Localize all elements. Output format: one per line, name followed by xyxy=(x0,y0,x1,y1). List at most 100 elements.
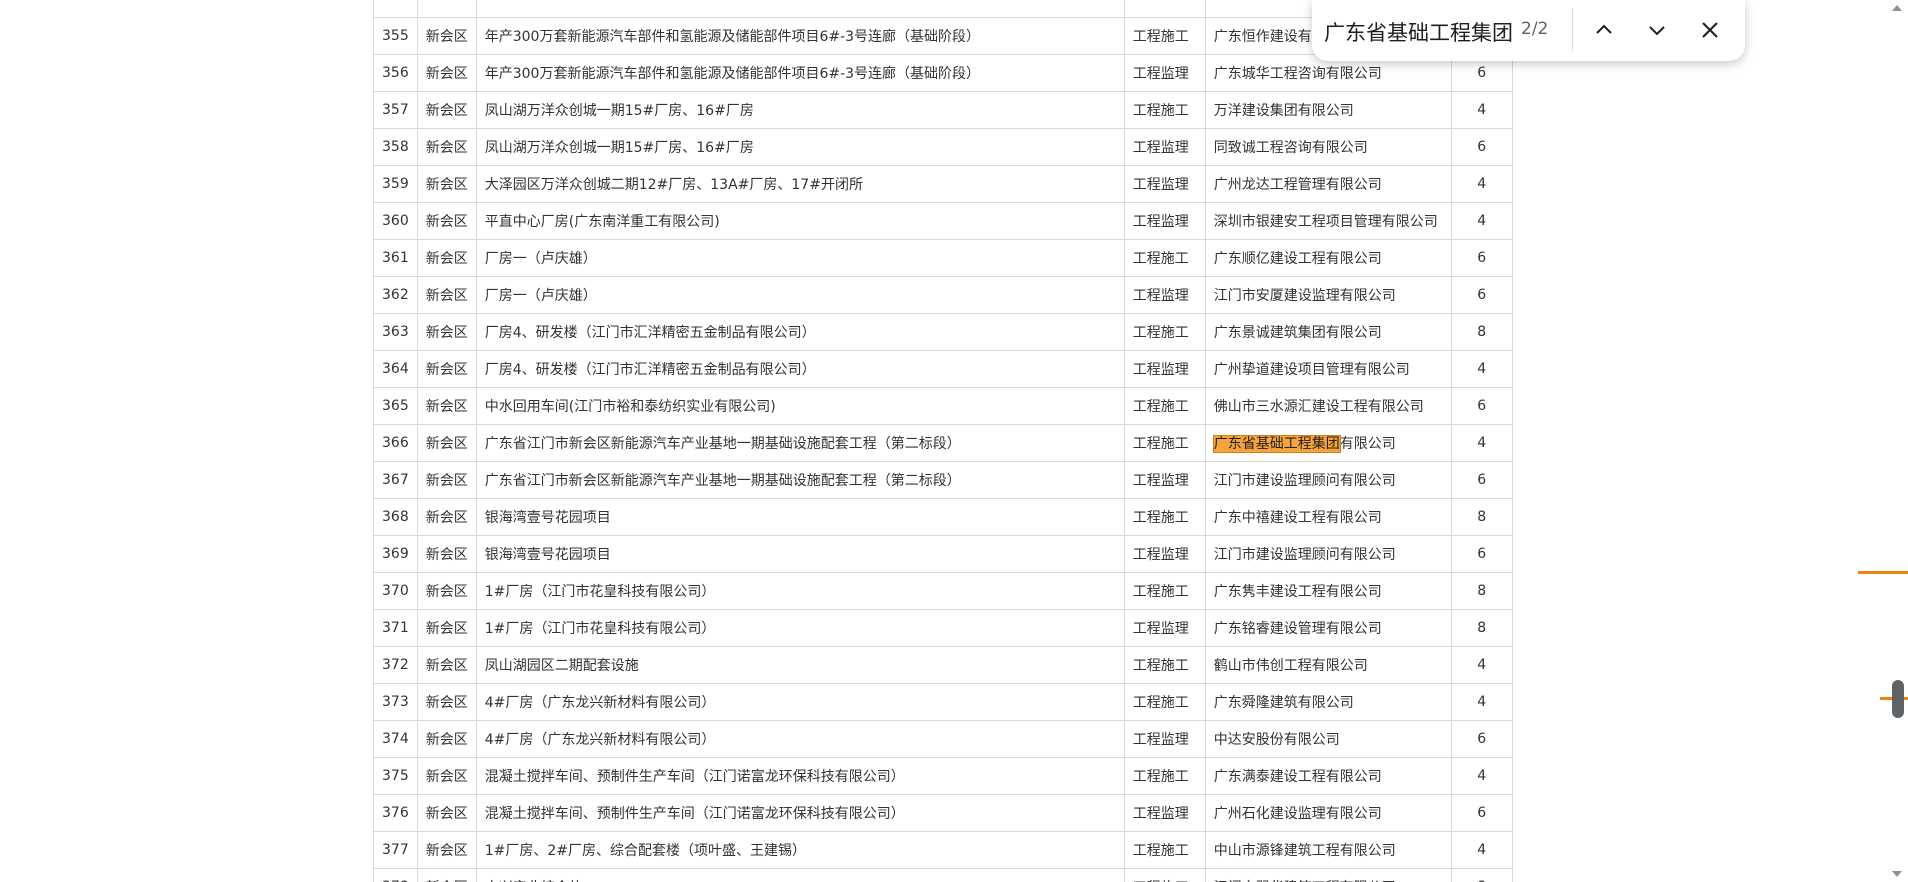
row-type-cell: 工程监理 xyxy=(1123,350,1206,388)
row-index-cell: 372 xyxy=(373,646,418,684)
chevron-up-icon xyxy=(1596,24,1612,34)
row-type-cell: 工程施工 xyxy=(1123,498,1206,536)
find-highlight: 广东省基础工程集团 xyxy=(1212,435,1341,453)
find-match-count: 2/2 xyxy=(1521,19,1549,39)
row-company-cell: 广东铭睿建设管理有限公司 xyxy=(1204,609,1452,647)
row-area-cell: 新会区 xyxy=(416,54,477,92)
table-row: 378新会区大兴产业综合体工程施工江门市翌华建筑工程有限公司8 xyxy=(373,868,1513,882)
row-company-cell: 江门市翌华建筑工程有限公司 xyxy=(1204,868,1452,882)
row-score-cell: 8 xyxy=(1450,313,1513,351)
table-cell xyxy=(373,0,418,18)
row-score-cell: 4 xyxy=(1450,202,1513,240)
row-type-cell: 工程施工 xyxy=(1123,646,1206,684)
row-company-cell: 广东省基础工程集团有限公司 xyxy=(1204,424,1452,462)
table-body: 公司 355新会区年产300万套新能源汽车部件和氢能源及储能部件项目6#-3号连… xyxy=(373,0,1513,882)
scrollbar-thumb[interactable] xyxy=(1892,680,1904,718)
row-score-cell: 4 xyxy=(1450,683,1513,721)
row-company-cell: 广东顺亿建设工程有限公司 xyxy=(1204,239,1452,277)
row-type-cell: 工程施工 xyxy=(1123,424,1206,462)
row-area-cell: 新会区 xyxy=(416,91,477,129)
find-previous-button[interactable] xyxy=(1584,10,1624,50)
row-company-cell: 同致诚工程咨询有限公司 xyxy=(1204,128,1452,166)
row-score-cell: 6 xyxy=(1450,461,1513,499)
row-area-cell: 新会区 xyxy=(416,350,477,388)
results-table: 公司 355新会区年产300万套新能源汽车部件和氢能源及储能部件项目6#-3号连… xyxy=(373,0,1513,882)
row-project-cell: 4#厂房（广东龙兴新材料有限公司） xyxy=(475,683,1125,721)
table-cell xyxy=(475,0,1125,18)
row-company-cell: 广东中禧建设工程有限公司 xyxy=(1204,498,1452,536)
row-index-cell: 359 xyxy=(373,165,418,203)
row-index-cell: 363 xyxy=(373,313,418,351)
table-row: 371 新会区 1#厂房（江门市花皇科技有限公司） 工程监理 广东铭睿建设管理有限公司 8 xyxy=(373,609,1513,647)
row-area-cell: 新会区 xyxy=(416,609,477,647)
row-area-cell: 新会区 xyxy=(416,683,477,721)
row-type-cell: 工程施工 xyxy=(1123,683,1206,721)
chevron-down-icon xyxy=(1649,26,1665,36)
row-index-cell: 355 xyxy=(373,17,418,55)
row-index-cell: 362 xyxy=(373,276,418,314)
scroll-down-arrow-icon[interactable] xyxy=(1892,871,1902,877)
row-area-cell: 新会区 xyxy=(416,794,477,832)
row-project-cell: 银海湾壹号花园项目 xyxy=(475,498,1125,536)
row-index-cell: 358 xyxy=(373,128,418,166)
row-score-cell: 4 xyxy=(1450,350,1513,388)
row-score-cell: 4 xyxy=(1450,91,1513,129)
row-index-cell: 376 xyxy=(373,794,418,832)
row-project-cell: 大兴产业综合体 xyxy=(475,868,1125,882)
row-score-cell: 8 xyxy=(1450,572,1513,610)
row-score-cell: 6 xyxy=(1450,720,1513,758)
row-score-cell: 8 xyxy=(1450,609,1513,647)
row-project-cell: 1#厂房、2#厂房、综合配套楼（项叶盛、王建锡） xyxy=(475,831,1125,869)
row-project-cell: 广东省江门市新会区新能源汽车产业基地一期基础设施配套工程（第二标段） xyxy=(475,461,1125,499)
row-company-cell: 江门市建设监理顾问有限公司 xyxy=(1204,535,1452,573)
row-index-cell: 368 xyxy=(373,498,418,536)
row-type-cell: 工程施工 xyxy=(1123,757,1206,795)
table-row: 369 新会区 银海湾壹号花园项目 工程监理 江门市建设监理顾问有限公司 6 xyxy=(373,535,1513,573)
row-type-cell: 工程施工 xyxy=(1123,831,1206,869)
row-project-cell: 厂房一（卢庆雄） xyxy=(475,239,1125,277)
row-area-cell: 新会区 xyxy=(416,535,477,573)
row-type-cell: 工程施工 xyxy=(1123,387,1206,425)
row-type-cell: 工程监理 xyxy=(1123,276,1206,314)
row-type-cell: 工程施工 xyxy=(1123,868,1206,882)
row-company-cell: 广州石化建设监理有限公司 xyxy=(1204,794,1452,832)
find-query-input[interactable]: 广东省基础工程集团 xyxy=(1324,17,1513,47)
table-row: 367 新会区 广东省江门市新会区新能源汽车产业基地一期基础设施配套工程（第二标段）… xyxy=(373,461,1513,499)
row-project-cell: 大泽园区万洋众创城二期12#厂房、13A#厂房、17#开闭所 xyxy=(475,165,1125,203)
row-type-cell: 工程施工 xyxy=(1123,17,1206,55)
row-company-cell: 广东隽丰建设工程有限公司 xyxy=(1204,572,1452,610)
row-area-cell: 新会区 xyxy=(416,424,477,462)
row-company-cell: 鹤山市伟创工程有限公司 xyxy=(1204,646,1452,684)
row-project-cell: 中水回用车间(江门市裕和泰纺织实业有限公司) xyxy=(475,387,1125,425)
row-index-cell: 364 xyxy=(373,350,418,388)
row-area-cell: 新会区 xyxy=(416,17,477,55)
row-score-cell: 6 xyxy=(1450,794,1513,832)
row-type-cell: 工程监理 xyxy=(1123,128,1206,166)
row-area-cell: 新会区 xyxy=(416,276,477,314)
row-index-cell: 378 xyxy=(373,868,418,882)
find-close-button[interactable] xyxy=(1690,10,1730,50)
table-row: 375 新会区 混凝土搅拌车间、预制件生产车间（江门诺富龙环保科技有限公司） 工程施工… xyxy=(373,757,1513,795)
row-project-cell: 混凝土搅拌车间、预制件生产车间（江门诺富龙环保科技有限公司） xyxy=(475,757,1125,795)
row-project-cell: 年产300万套新能源汽车部件和氢能源及储能部件项目6#-3号连廊（基础阶段） xyxy=(475,54,1125,92)
table-row: 360 新会区 平直中心厂房(广东南洋重工有限公司) 工程监理 深圳市银建安工程项目管理… xyxy=(373,202,1513,240)
vertical-scrollbar[interactable] xyxy=(1858,0,1908,882)
table-row: 358 新会区 凤山湖万洋众创城一期15#厂房、16#厂房 工程监理 同致诚工程咨询有限… xyxy=(373,128,1513,166)
company-name-rest: 有限公司 xyxy=(1339,436,1396,452)
row-area-cell: 新会区 xyxy=(416,128,477,166)
table-row: 364 新会区 厂房4、研发楼（江门市汇洋精密五金制品有限公司） 工程监理 广州挚道建设… xyxy=(373,350,1513,388)
table-row: 377 新会区 1#厂房、2#厂房、综合配套楼（项叶盛、王建锡） 工程施工 中山市源锋建… xyxy=(373,831,1513,869)
row-area-cell: 新会区 xyxy=(416,572,477,610)
row-area-cell: 新会区 xyxy=(416,868,477,882)
row-company-cell: 佛山市三水源汇建设工程有限公司 xyxy=(1204,387,1452,425)
row-index-cell: 369 xyxy=(373,535,418,573)
row-company-cell: 广东满泰建设工程有限公司 xyxy=(1204,757,1452,795)
row-company-cell: 中山市源锋建筑工程有限公司 xyxy=(1204,831,1452,869)
row-index-cell: 371 xyxy=(373,609,418,647)
row-company-cell: 万洋建设集团有限公司 xyxy=(1204,91,1452,129)
scroll-up-arrow-icon[interactable] xyxy=(1892,5,1902,11)
table-row: 363 新会区 厂房4、研发楼（江门市汇洋精密五金制品有限公司） 工程施工 广东景诚建筑… xyxy=(373,313,1513,351)
row-project-cell: 4#厂房（广东龙兴新材料有限公司） xyxy=(475,720,1125,758)
find-next-button[interactable] xyxy=(1637,10,1677,50)
row-score-cell: 4 xyxy=(1450,165,1513,203)
